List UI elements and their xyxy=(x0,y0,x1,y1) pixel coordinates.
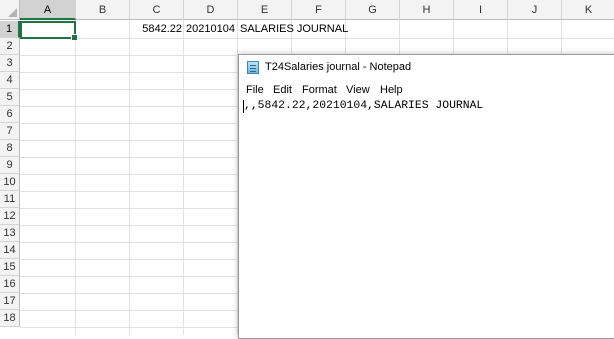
row-header-3[interactable]: 3 xyxy=(0,55,20,72)
select-all-corner[interactable] xyxy=(0,0,20,20)
row-header-13[interactable]: 13 xyxy=(0,225,20,242)
notepad-window[interactable]: T24Salaries journal - Notepad File Edit … xyxy=(238,54,614,339)
row-header-6[interactable]: 6 xyxy=(0,106,20,123)
notepad-app-icon xyxy=(247,61,259,74)
row-header-16[interactable]: 16 xyxy=(0,276,20,293)
row-header-1[interactable]: 1 xyxy=(0,21,20,38)
row-header-10[interactable]: 10 xyxy=(0,174,20,191)
notepad-titlebar[interactable]: T24Salaries journal - Notepad xyxy=(239,55,614,80)
row-header-2[interactable]: 2 xyxy=(0,38,20,55)
column-header-a[interactable]: A xyxy=(20,0,76,20)
column-header-d[interactable]: D xyxy=(184,0,238,20)
active-cell-a1[interactable] xyxy=(20,21,78,41)
column-header-i[interactable]: I xyxy=(454,0,508,20)
column-header-b[interactable]: B xyxy=(76,0,130,20)
cell-c1[interactable]: 5842.22 xyxy=(130,21,184,38)
notepad-window-title: T24Salaries journal - Notepad xyxy=(265,61,412,73)
row-header-15[interactable]: 15 xyxy=(0,259,20,276)
menu-help[interactable]: Help xyxy=(380,82,403,98)
row-header-8[interactable]: 8 xyxy=(0,140,20,157)
column-header-j[interactable]: J xyxy=(508,0,562,20)
row-header-12[interactable]: 12 xyxy=(0,208,20,225)
menu-format[interactable]: Format xyxy=(302,82,337,98)
cell-e1[interactable]: SALARIES JOURNAL xyxy=(238,21,368,38)
row-header-9[interactable]: 9 xyxy=(0,157,20,174)
column-header-g[interactable]: G xyxy=(346,0,400,20)
column-header-f[interactable]: F xyxy=(292,0,346,20)
gridline xyxy=(75,20,76,335)
menu-view[interactable]: View xyxy=(346,82,370,98)
row-header-17[interactable]: 17 xyxy=(0,293,20,310)
cell-d1[interactable]: 20210104 xyxy=(184,21,240,38)
column-header-e[interactable]: E xyxy=(238,0,292,20)
gridline xyxy=(183,20,184,335)
row-header-4[interactable]: 4 xyxy=(0,72,20,89)
row-header-14[interactable]: 14 xyxy=(0,242,20,259)
menu-edit[interactable]: Edit xyxy=(273,82,292,98)
row-header-7[interactable]: 7 xyxy=(0,123,20,140)
notepad-content: ,,5842.22,20210104,SALARIES JOURNAL xyxy=(244,100,484,112)
gridline xyxy=(129,20,130,335)
notepad-menubar: File Edit Format View Help xyxy=(239,82,614,98)
row-header-5[interactable]: 5 xyxy=(0,89,20,106)
notepad-text-area[interactable]: ,,5842.22,20210104,SALARIES JOURNAL xyxy=(240,99,614,337)
column-header-c[interactable]: C xyxy=(130,0,184,20)
row-header-18[interactable]: 18 xyxy=(0,310,20,327)
column-header-k[interactable]: K xyxy=(562,0,614,20)
gridline xyxy=(20,38,614,39)
row-header-11[interactable]: 11 xyxy=(0,191,20,208)
menu-file[interactable]: File xyxy=(246,82,264,98)
column-header-h[interactable]: H xyxy=(400,0,454,20)
